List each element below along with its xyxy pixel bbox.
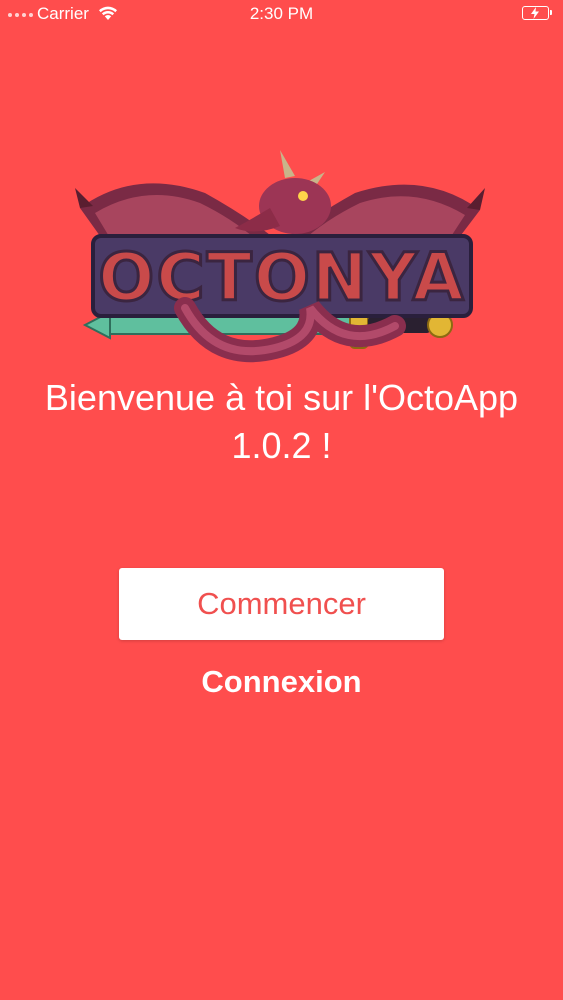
dragon-logo-icon: OCTONYA (75, 150, 485, 363)
welcome-line-1: Bienvenue à toi sur l'OctoApp (44, 377, 519, 418)
welcome-line-2: 1.0.2 ! (231, 425, 332, 466)
login-link[interactable]: Connexion (0, 664, 563, 700)
battery-charging-icon (522, 6, 552, 20)
octonya-logo: OCTONYA (75, 148, 485, 370)
clock: 2:30 PM (249, 4, 314, 23)
status-bar: Carrier 2:30 PM (0, 0, 563, 28)
logo-text: OCTONYA (98, 239, 465, 316)
welcome-message: Bienvenue à toi sur l'OctoApp 1.0.2 ! (0, 374, 563, 470)
start-button[interactable]: Commencer (119, 568, 444, 640)
